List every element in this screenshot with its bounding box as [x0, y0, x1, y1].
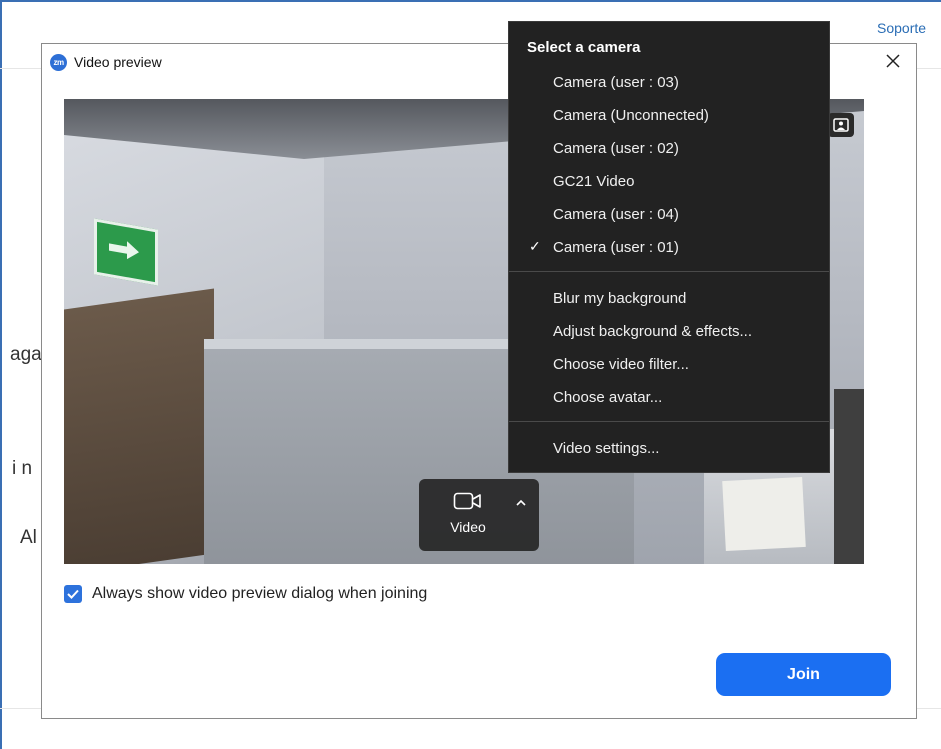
- always-show-preview-checkbox[interactable]: [64, 585, 82, 603]
- menu-item-label: Adjust background & effects...: [553, 322, 753, 340]
- join-button[interactable]: Join: [716, 653, 891, 696]
- preview-shelf: [834, 389, 864, 564]
- camera-option[interactable]: Camera (user : 02): [509, 133, 829, 163]
- checkmark-icon: [67, 589, 79, 599]
- support-link[interactable]: Soporte: [877, 20, 926, 36]
- video-button-label: Video: [450, 519, 486, 535]
- video-camera-icon: [453, 492, 481, 510]
- menu-item-label: Choose video filter...: [553, 355, 689, 373]
- checkmark-icon: ✓: [529, 238, 541, 254]
- close-icon: [886, 54, 900, 68]
- dialog-title: Video preview: [74, 54, 162, 70]
- preview-papers: [722, 476, 806, 552]
- camera-option-label: Camera (user : 04): [553, 205, 679, 223]
- menu-item-label: Choose avatar...: [553, 388, 663, 406]
- video-control: Video: [419, 479, 539, 551]
- camera-option-label: Camera (user : 02): [553, 139, 679, 157]
- adjust-background-option[interactable]: Adjust background & effects...: [509, 316, 829, 346]
- menu-divider: [509, 421, 829, 422]
- always-show-preview-option[interactable]: Always show video preview dialog when jo…: [64, 585, 427, 603]
- camera-option[interactable]: Camera (user : 03): [509, 67, 829, 97]
- preview-partition: [64, 288, 214, 564]
- choose-avatar-option[interactable]: Choose avatar...: [509, 382, 829, 412]
- video-settings-option[interactable]: Video settings...: [509, 433, 829, 463]
- camera-option-label: GC21 Video: [553, 172, 635, 190]
- background-text-fragment: i n: [12, 458, 33, 479]
- close-button[interactable]: [882, 50, 904, 72]
- menu-divider: [509, 271, 829, 272]
- blur-background-option[interactable]: Blur my background: [509, 283, 829, 313]
- video-toggle-button[interactable]: Video: [433, 491, 503, 543]
- background-text-fragment: aga: [10, 344, 42, 365]
- camera-option-label: Camera (user : 01): [553, 238, 679, 256]
- camera-option-label: Camera (Unconnected): [553, 106, 709, 124]
- menu-item-label: Blur my background: [553, 289, 687, 307]
- chevron-up-icon: [516, 499, 526, 506]
- portrait-view-button[interactable]: [828, 113, 854, 137]
- camera-menu: Select a camera Camera (user : 03) Camer…: [508, 21, 830, 473]
- preview-exit-sign: [94, 218, 158, 286]
- camera-option[interactable]: Camera (Unconnected): [509, 100, 829, 130]
- video-options-button[interactable]: [511, 493, 531, 511]
- camera-menu-header: Select a camera: [527, 39, 641, 56]
- camera-option[interactable]: Camera (user : 04): [509, 199, 829, 229]
- camera-option-label: Camera (user : 03): [553, 73, 679, 91]
- video-filter-option[interactable]: Choose video filter...: [509, 349, 829, 379]
- camera-option-selected[interactable]: ✓ Camera (user : 01): [509, 232, 829, 262]
- menu-item-label: Video settings...: [553, 439, 660, 457]
- background-text-fragment: Al: [20, 527, 37, 548]
- zoom-logo-icon: zm: [50, 54, 67, 71]
- portrait-icon: [833, 118, 849, 132]
- always-show-preview-label: Always show video preview dialog when jo…: [92, 585, 428, 602]
- camera-option[interactable]: GC21 Video: [509, 166, 829, 196]
